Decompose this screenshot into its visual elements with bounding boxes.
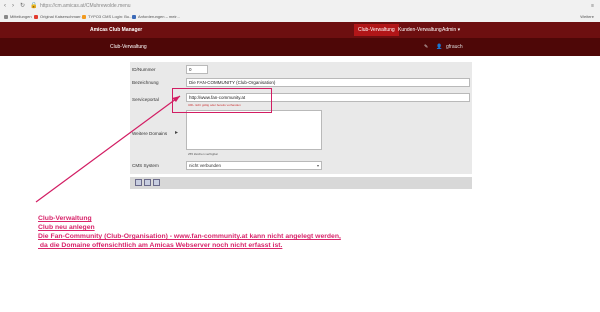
- section-title: Club-Verwaltung: [110, 44, 147, 50]
- bookmark-item[interactable]: Anforderungen – meir...: [132, 14, 180, 20]
- cms-select[interactable]: nicht verbunden ▾: [186, 161, 322, 170]
- annotation-line-2: Club neu anlegen: [38, 224, 95, 231]
- form-toolbar: [130, 177, 472, 189]
- chevron-down-icon: ▾: [457, 27, 461, 33]
- name-label: Bezeichnung: [132, 80, 159, 85]
- club-form: ID/Nummer 0 Bezeichnung Die FAN-COMMUNIT…: [130, 62, 472, 174]
- forward-icon[interactable]: ›: [12, 2, 14, 10]
- user-icon: 👤: [436, 44, 443, 50]
- nav-admin[interactable]: Admin ▾: [438, 24, 464, 36]
- add-domain-icon[interactable]: ▸: [175, 130, 178, 137]
- annotation-line-4: da die Domaine offensichtlich am Amicas …: [38, 242, 283, 249]
- name-input[interactable]: Die FAN-COMMUNITY (Club-Organisation): [186, 78, 470, 87]
- app-topbar: Amicas Club Manager Club-Verwaltung Kund…: [0, 22, 600, 38]
- bookmark-item[interactable]: Mitteilungen: [4, 14, 32, 20]
- chevron-down-icon: ▾: [316, 163, 319, 168]
- portal-label: Serviceportal: [132, 97, 159, 102]
- user-name[interactable]: gfrauch: [446, 43, 463, 51]
- cms-label: CMS System: [132, 163, 159, 168]
- nav-club-verwaltung[interactable]: Club-Verwaltung: [354, 24, 399, 36]
- bookmarks-more[interactable]: Weitere: [580, 14, 594, 20]
- edit-icon[interactable]: ✎: [424, 43, 428, 51]
- bookmark-item[interactable]: Original Kaiserschmarr...: [34, 14, 84, 20]
- lock-icon: 🔒: [30, 3, 38, 9]
- youtube-icon: [34, 14, 38, 19]
- id-input[interactable]: 0: [186, 65, 208, 74]
- id-label: ID/Nummer: [132, 67, 156, 72]
- bookmarks-bar: Mitteilungen Original Kaiserschmarr... T…: [0, 12, 600, 22]
- app-brand[interactable]: Amicas Club Manager: [90, 26, 142, 34]
- save-icon[interactable]: [135, 179, 142, 186]
- browser-chrome: ‹ › ↻ 🔒 https://cm.amicas.at/CMuhrewolde…: [0, 0, 600, 23]
- save-close-icon[interactable]: [144, 179, 151, 186]
- page-icon: [132, 14, 136, 19]
- annotation-line-1: Club-Verwaltung: [38, 215, 92, 222]
- menu-icon[interactable]: ≡: [591, 2, 594, 10]
- section-header: Club-Verwaltung ✎ 👤 gfrauch: [0, 38, 600, 56]
- address-bar-row: ‹ › ↻ 🔒 https://cm.amicas.at/CMuhrewolde…: [0, 0, 600, 12]
- reload-icon[interactable]: ↻: [20, 2, 25, 10]
- bookmark-item[interactable]: TYPO3 CMS Login: Bu...: [82, 14, 132, 20]
- annotation-line-3: Die Fan-Community (Club-Organisation) - …: [38, 233, 341, 240]
- domains-hint: 255 Zeichen verfügbar: [188, 152, 219, 156]
- domains-label: Weitere Domains: [132, 131, 168, 136]
- typo3-icon: [82, 14, 86, 19]
- url-field[interactable]: https://cm.amicas.at/CMuhrewolde.menu: [40, 2, 131, 10]
- back-icon[interactable]: ‹: [4, 2, 6, 10]
- back-list-icon[interactable]: [153, 179, 160, 186]
- domains-textarea[interactable]: [186, 110, 322, 150]
- folder-icon: [4, 14, 8, 19]
- annotation-highlight-box: [172, 88, 272, 113]
